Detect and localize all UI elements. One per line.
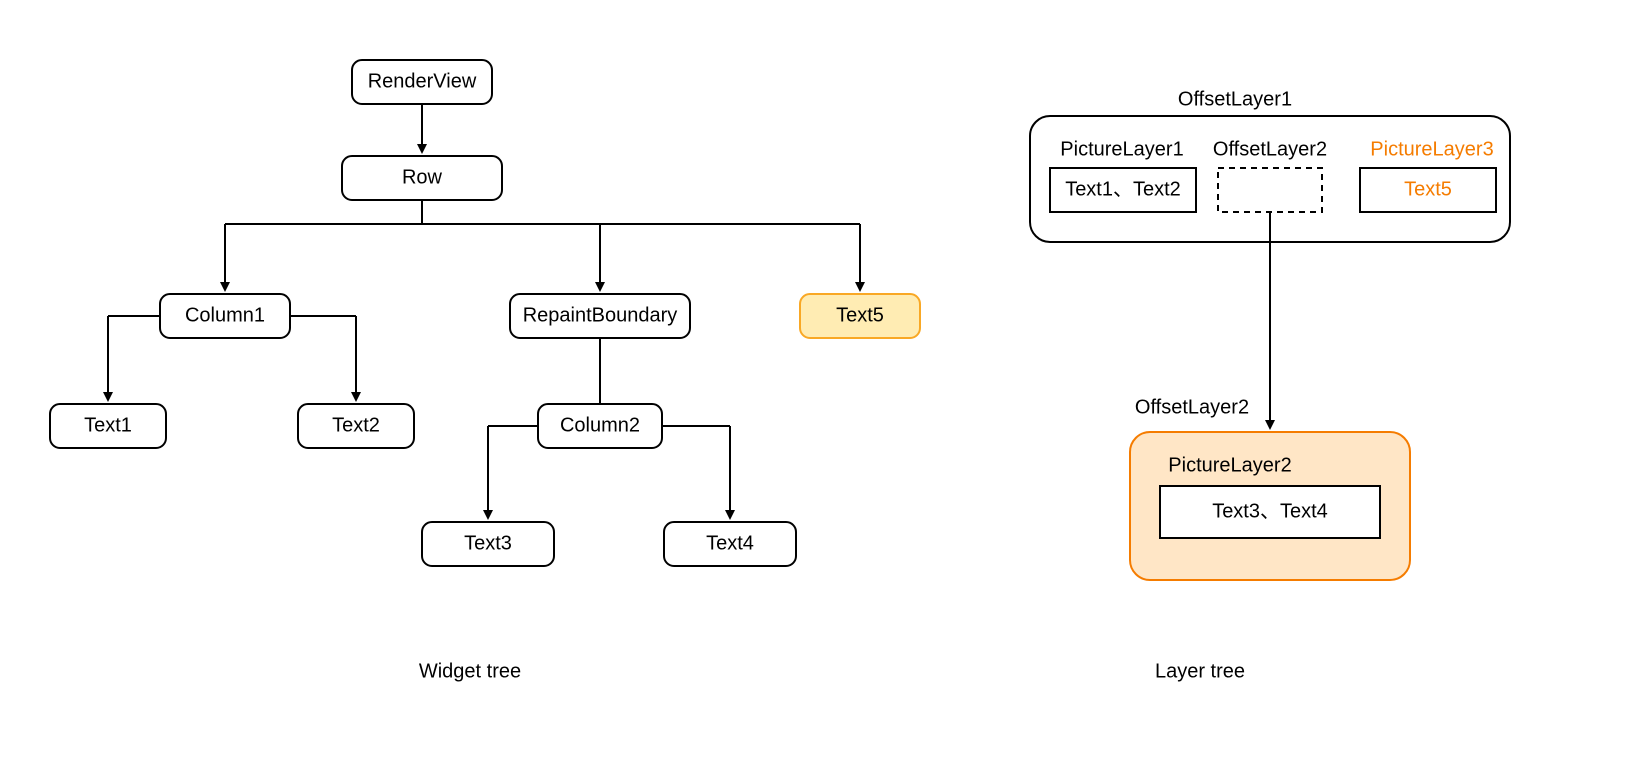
node-column2: Column2	[538, 404, 662, 448]
picturelayer3-title: PictureLayer3	[1370, 138, 1493, 160]
node-column1: Column1	[160, 294, 290, 338]
node-text5-label: Text5	[836, 304, 884, 326]
node-text3: Text3	[422, 522, 554, 566]
node-column2-label: Column2	[560, 414, 640, 436]
node-text4: Text4	[664, 522, 796, 566]
node-text1: Text1	[50, 404, 166, 448]
node-column1-label: Column1	[185, 304, 265, 326]
node-row: Row	[342, 156, 502, 200]
node-text4-label: Text4	[706, 532, 754, 554]
node-text5: Text5	[800, 294, 920, 338]
node-repaintboundary-label: RepaintBoundary	[523, 304, 678, 326]
offsetlayer1-title: OffsetLayer1	[1178, 88, 1292, 110]
picturelayer3-content: Text5	[1404, 178, 1452, 200]
node-renderview: RenderView	[352, 60, 492, 104]
node-text1-label: Text1	[84, 414, 132, 436]
picturelayer2-content: Text3、Text4	[1212, 500, 1328, 522]
node-repaintboundary: RepaintBoundary	[510, 294, 690, 338]
offsetlayer2-placeholder-title: OffsetLayer2	[1213, 138, 1327, 160]
offsetlayer2-title: OffsetLayer2	[1135, 396, 1249, 418]
diagram-canvas: RenderView Row Column1 RepaintBoundary T…	[0, 0, 1632, 772]
node-text3-label: Text3	[464, 532, 512, 554]
node-text2: Text2	[298, 404, 414, 448]
picturelayer1-title: PictureLayer1	[1060, 138, 1183, 160]
node-text2-label: Text2	[332, 414, 380, 436]
widget-tree-caption: Widget tree	[419, 660, 521, 682]
layer-tree-caption: Layer tree	[1155, 660, 1245, 682]
picturelayer1-content: Text1、Text2	[1065, 178, 1181, 200]
node-renderview-label: RenderView	[368, 70, 477, 92]
picturelayer2-title: PictureLayer2	[1168, 454, 1291, 476]
node-row-label: Row	[402, 166, 443, 188]
